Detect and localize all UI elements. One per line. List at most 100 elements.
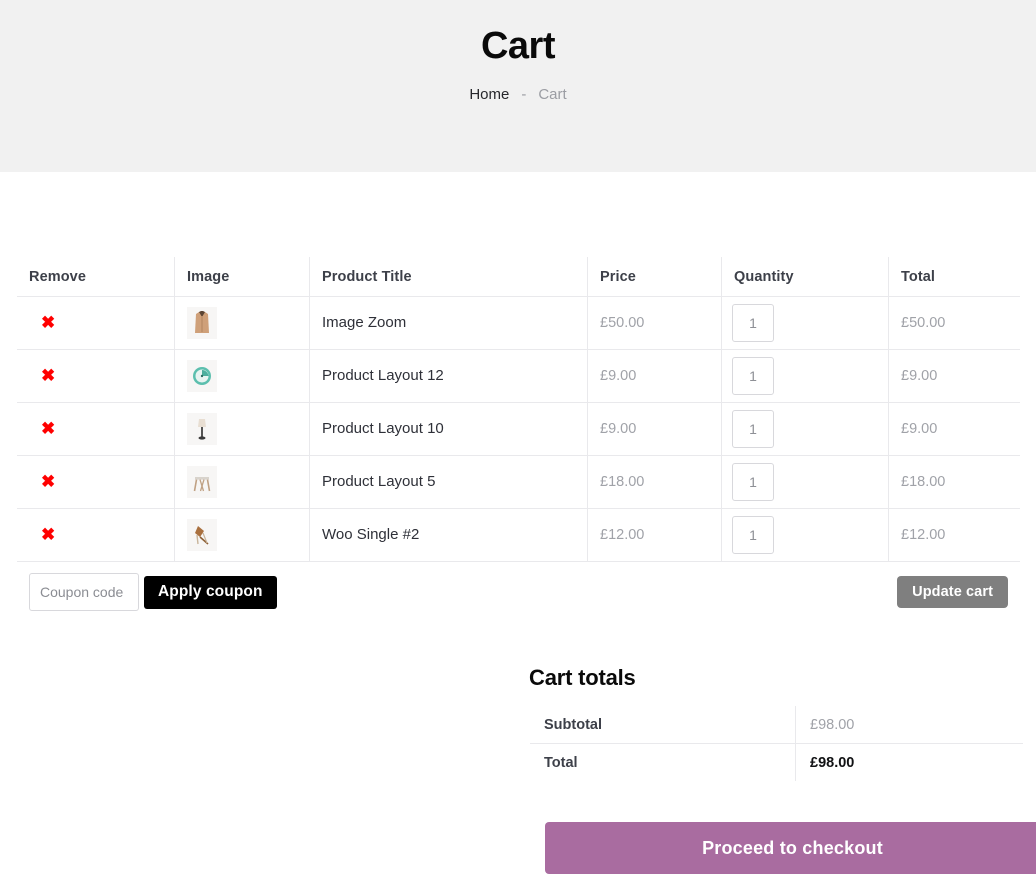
wooden-chair-thumbnail[interactable] <box>187 519 217 551</box>
order-total-value: £98.00 <box>810 754 855 771</box>
line-total-value: £50.00 <box>901 315 946 331</box>
remove-x-icon[interactable]: ✖ <box>41 473 55 490</box>
table-row: ✖ Image Zoom £50.00 1 £50.00 <box>17 296 1020 350</box>
product-title-link[interactable]: Product Layout 10 <box>322 420 444 437</box>
cart-actions-row: Apply coupon Update cart <box>17 562 1020 623</box>
cart-table-header-row: Remove Image Product Title Price Quantit… <box>17 257 1020 297</box>
cart-actions-cell: Apply coupon Update cart <box>17 562 1020 623</box>
line-total-value: £9.00 <box>901 368 938 384</box>
column-header-total: Total <box>888 257 1020 297</box>
column-header-image: Image <box>174 257 310 297</box>
title-cell: Product Layout 10 <box>309 402 588 456</box>
remove-x-icon[interactable]: ✖ <box>41 314 55 331</box>
total-value-cell: £98.00 <box>796 744 1024 782</box>
image-cell <box>174 296 310 350</box>
table-row: ✖ Product Layout 12 £9.00 1 £9.00 <box>17 349 1020 403</box>
image-cell <box>174 402 310 456</box>
lamp-thumbnail[interactable] <box>187 413 217 445</box>
teal-clock-thumbnail[interactable] <box>187 360 217 392</box>
quantity-cell <box>721 455 889 509</box>
quantity-cell <box>721 349 889 403</box>
line-total-value: £9.00 <box>901 421 938 437</box>
image-cell <box>174 508 310 562</box>
line-total-value: £12.00 <box>901 527 946 543</box>
price-cell: £9.00 <box>587 402 722 456</box>
subtotal-value-cell: £98.00 <box>795 706 1023 744</box>
cart-table-body: ✖ Image Zoom £50.00 1 £50.00 ✖ Product L… <box>17 296 1020 623</box>
totals-row-subtotal: Subtotal £98.00 <box>530 706 1023 744</box>
total-cell: £18.00 <box>888 455 1020 509</box>
total-cell: £12.00 <box>888 508 1020 562</box>
page-header-band: Cart Home - Cart <box>0 0 1036 172</box>
totals-row-total: Total £98.00 <box>530 743 1024 782</box>
remove-cell: ✖ <box>17 455 175 509</box>
quantity-cell <box>721 402 889 456</box>
image-cell <box>174 455 310 509</box>
quantity-stepper[interactable] <box>732 410 774 448</box>
table-row: ✖ Product Layout 5 £18.00 1 £18.00 <box>17 455 1020 509</box>
cart-table-head: Remove Image Product Title Price Quantit… <box>17 257 1020 297</box>
remove-cell: ✖ <box>17 296 175 350</box>
price-cell: £9.00 <box>587 349 722 403</box>
update-cart-button[interactable]: Update cart <box>897 576 1008 608</box>
product-title-link[interactable]: Product Layout 12 <box>322 367 444 384</box>
line-total-value: £18.00 <box>901 474 946 490</box>
quantity-stepper[interactable] <box>732 304 774 342</box>
column-header-price: Price <box>587 257 722 297</box>
subtotal-label: Subtotal <box>530 706 796 744</box>
product-title-link[interactable]: Image Zoom <box>322 314 406 331</box>
quantity-cell <box>721 508 889 562</box>
cart-totals-title: Cart totals <box>529 665 636 690</box>
checkout-button-container: Proceed to checkout <box>545 822 1036 874</box>
breadcrumb-current: Cart <box>538 85 567 103</box>
cart-totals-table: Subtotal £98.00 Total £98.00 <box>529 705 1024 782</box>
breadcrumb-home-link[interactable]: Home <box>469 86 509 103</box>
remove-cell: ✖ <box>17 349 175 403</box>
price-value: £9.00 <box>600 421 637 437</box>
proceed-to-checkout-button[interactable]: Proceed to checkout <box>545 822 1036 874</box>
price-cell: £18.00 <box>587 455 722 509</box>
page-title: Cart <box>480 25 556 67</box>
remove-cell: ✖ <box>17 508 175 562</box>
quantity-stepper[interactable] <box>732 357 774 395</box>
remove-x-icon[interactable]: ✖ <box>41 526 55 543</box>
remove-cell: ✖ <box>17 402 175 456</box>
column-header-title: Product Title <box>309 257 588 297</box>
quantity-stepper[interactable] <box>732 516 774 554</box>
price-value: £50.00 <box>600 315 645 331</box>
price-value: £12.00 <box>600 527 645 543</box>
total-label: Total <box>530 743 796 781</box>
product-title-link[interactable]: Woo Single #2 <box>322 526 419 543</box>
cart-table: Remove Image Product Title Price Quantit… <box>16 256 1021 623</box>
subtotal-value: £98.00 <box>810 716 855 733</box>
coupon-code-input[interactable] <box>29 573 139 611</box>
product-title-link[interactable]: Product Layout 5 <box>322 473 435 490</box>
breadcrumb: Home - Cart <box>469 86 566 103</box>
cart-table-container: Remove Image Product Title Price Quantit… <box>16 256 1021 623</box>
coat-thumbnail[interactable] <box>187 307 217 339</box>
title-cell: Product Layout 5 <box>309 455 588 509</box>
breadcrumb-separator: - <box>521 85 527 103</box>
column-header-quantity: Quantity <box>721 257 889 297</box>
table-row: ✖ Woo Single #2 £12.00 1 £12.00 <box>17 508 1020 562</box>
total-cell: £50.00 <box>888 296 1020 350</box>
column-header-remove: Remove <box>17 257 175 297</box>
total-cell: £9.00 <box>888 349 1020 403</box>
table-row: ✖ Product Layout 10 £9.00 1 £9.00 <box>17 402 1020 456</box>
price-cell: £50.00 <box>587 296 722 350</box>
total-cell: £9.00 <box>888 402 1020 456</box>
title-cell: Product Layout 12 <box>309 349 588 403</box>
stool-thumbnail[interactable] <box>187 466 217 498</box>
title-cell: Woo Single #2 <box>309 508 588 562</box>
apply-coupon-button[interactable]: Apply coupon <box>144 575 277 609</box>
image-cell <box>174 349 310 403</box>
price-value: £18.00 <box>600 474 645 490</box>
cart-actions-inner: Apply coupon Update cart <box>29 562 1008 622</box>
remove-x-icon[interactable]: ✖ <box>41 420 55 437</box>
main-content: Remove Image Product Title Price Quantit… <box>0 256 1036 874</box>
title-cell: Image Zoom <box>309 296 588 350</box>
quantity-cell <box>721 296 889 350</box>
price-cell: £12.00 <box>587 508 722 562</box>
quantity-stepper[interactable] <box>732 463 774 501</box>
remove-x-icon[interactable]: ✖ <box>41 367 55 384</box>
